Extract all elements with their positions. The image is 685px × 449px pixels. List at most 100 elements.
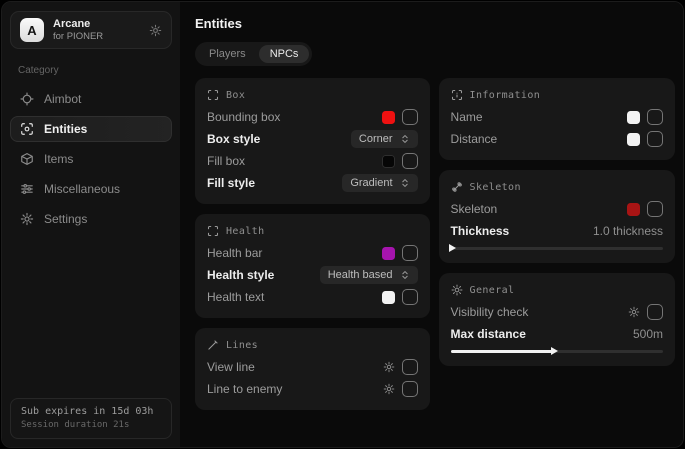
sub-expires-text: Sub expires in 15d 03h xyxy=(21,406,161,417)
fill-style-select[interactable]: Gradient xyxy=(342,174,417,192)
skeleton-row: Skeleton xyxy=(451,198,663,220)
selected-value: Health based xyxy=(328,269,393,281)
thickness-row: Thickness 1.0 thickness xyxy=(451,220,663,242)
view-line-row: View line xyxy=(207,356,418,378)
view-line-checkbox[interactable] xyxy=(402,359,418,375)
fill-box-row: Fill box xyxy=(207,150,418,172)
sidebar-item-label: Entities xyxy=(44,122,87,136)
sidebar-item-label: Aimbot xyxy=(44,92,81,106)
health-text-row: Health text xyxy=(207,286,418,308)
gear-icon[interactable] xyxy=(149,24,162,37)
slider-fill xyxy=(451,350,553,353)
card-title: Health xyxy=(226,226,265,237)
line-to-enemy-row: Line to enemy xyxy=(207,378,418,400)
page-title: Entities xyxy=(195,16,675,31)
gear-icon xyxy=(20,212,34,226)
sun-icon xyxy=(451,284,463,296)
app-header: A Arcane for PIONER xyxy=(10,11,172,49)
visibility-check-checkbox[interactable] xyxy=(647,304,663,320)
tab-bar: Players NPCs xyxy=(195,42,312,66)
pencil-line-icon xyxy=(207,339,219,351)
sidebar-nav: Aimbot Entities Items Miscellaneous xyxy=(2,84,180,234)
main-content: Entities Players NPCs Box Bounding box xyxy=(180,2,683,447)
row-label: Max distance xyxy=(451,327,526,341)
skeleton-checkbox[interactable] xyxy=(647,201,663,217)
row-label: Fill style xyxy=(207,176,255,190)
bounding-box-checkbox[interactable] xyxy=(402,109,418,125)
information-card: Information Name Distance xyxy=(439,78,675,160)
box-select-icon xyxy=(207,89,219,101)
name-checkbox[interactable] xyxy=(647,109,663,125)
distance-row: Distance xyxy=(451,128,663,150)
sliders-icon xyxy=(20,182,34,196)
gear-icon[interactable] xyxy=(383,361,395,373)
box-card: Box Bounding box Box style Corner xyxy=(195,78,430,204)
card-title: Lines xyxy=(226,340,258,351)
gear-icon[interactable] xyxy=(383,383,395,395)
card-title: Box xyxy=(226,90,245,101)
fill-box-checkbox[interactable] xyxy=(402,153,418,169)
max-distance-slider[interactable] xyxy=(451,346,663,356)
row-label: Health bar xyxy=(207,246,262,260)
sidebar-item-settings[interactable]: Settings xyxy=(10,206,172,232)
subscription-info: Sub expires in 15d 03h Session duration … xyxy=(10,398,172,439)
sidebar-item-aimbot[interactable]: Aimbot xyxy=(10,86,172,112)
row-label: Health text xyxy=(207,290,264,304)
selected-value: Corner xyxy=(359,133,393,145)
color-swatch[interactable] xyxy=(382,111,395,124)
slider-thumb[interactable] xyxy=(551,347,558,355)
row-label: Distance xyxy=(451,132,498,146)
color-swatch[interactable] xyxy=(627,203,640,216)
line-to-enemy-checkbox[interactable] xyxy=(402,381,418,397)
lines-card: Lines View line Line to enemy xyxy=(195,328,430,410)
color-swatch[interactable] xyxy=(382,247,395,260)
color-swatch[interactable] xyxy=(382,155,395,168)
name-row: Name xyxy=(451,106,663,128)
health-style-select[interactable]: Health based xyxy=(320,266,418,284)
sidebar-item-items[interactable]: Items xyxy=(10,146,172,172)
health-bar-row: Health bar xyxy=(207,242,418,264)
row-label: Name xyxy=(451,110,483,124)
box-select-icon xyxy=(207,225,219,237)
slider-thumb[interactable] xyxy=(449,244,456,252)
app-logo: A xyxy=(20,18,44,42)
health-style-row: Health style Health based xyxy=(207,264,418,286)
category-label: Category xyxy=(18,65,164,76)
card-title: Information xyxy=(470,90,541,101)
distance-checkbox[interactable] xyxy=(647,131,663,147)
health-card: Health Health bar Health style Health ba… xyxy=(195,214,430,318)
package-icon xyxy=(20,152,34,166)
health-text-checkbox[interactable] xyxy=(402,289,418,305)
fill-style-row: Fill style Gradient xyxy=(207,172,418,194)
selected-value: Gradient xyxy=(350,177,392,189)
card-title: General xyxy=(470,285,515,296)
tab-players[interactable]: Players xyxy=(198,45,257,63)
sidebar-item-miscellaneous[interactable]: Miscellaneous xyxy=(10,176,172,202)
sidebar-item-label: Settings xyxy=(44,212,87,226)
color-swatch[interactable] xyxy=(382,291,395,304)
slider-track xyxy=(451,247,663,250)
row-label: Health style xyxy=(207,268,274,282)
row-label: Thickness xyxy=(451,224,510,238)
health-bar-checkbox[interactable] xyxy=(402,245,418,261)
row-label: Fill box xyxy=(207,154,245,168)
row-label: View line xyxy=(207,360,255,374)
max-distance-row: Max distance 500m xyxy=(451,323,663,345)
sidebar-item-entities[interactable]: Entities xyxy=(10,116,172,142)
color-swatch[interactable] xyxy=(627,133,640,146)
box-style-select[interactable]: Corner xyxy=(351,130,418,148)
color-swatch[interactable] xyxy=(627,111,640,124)
thickness-slider[interactable] xyxy=(451,243,663,253)
sidebar-item-label: Miscellaneous xyxy=(44,182,120,196)
row-label: Bounding box xyxy=(207,110,280,124)
entities-icon xyxy=(20,122,34,136)
sidebar: A Arcane for PIONER Category Aimbot xyxy=(2,2,181,447)
gear-icon[interactable] xyxy=(628,306,640,318)
max-distance-value: 500m xyxy=(633,327,663,341)
tab-npcs[interactable]: NPCs xyxy=(259,45,310,63)
sidebar-item-label: Items xyxy=(44,152,73,166)
session-duration-text: Session duration 21s xyxy=(21,420,161,430)
row-label: Skeleton xyxy=(451,202,498,216)
visibility-check-row: Visibility check xyxy=(451,301,663,323)
row-label: Box style xyxy=(207,132,260,146)
